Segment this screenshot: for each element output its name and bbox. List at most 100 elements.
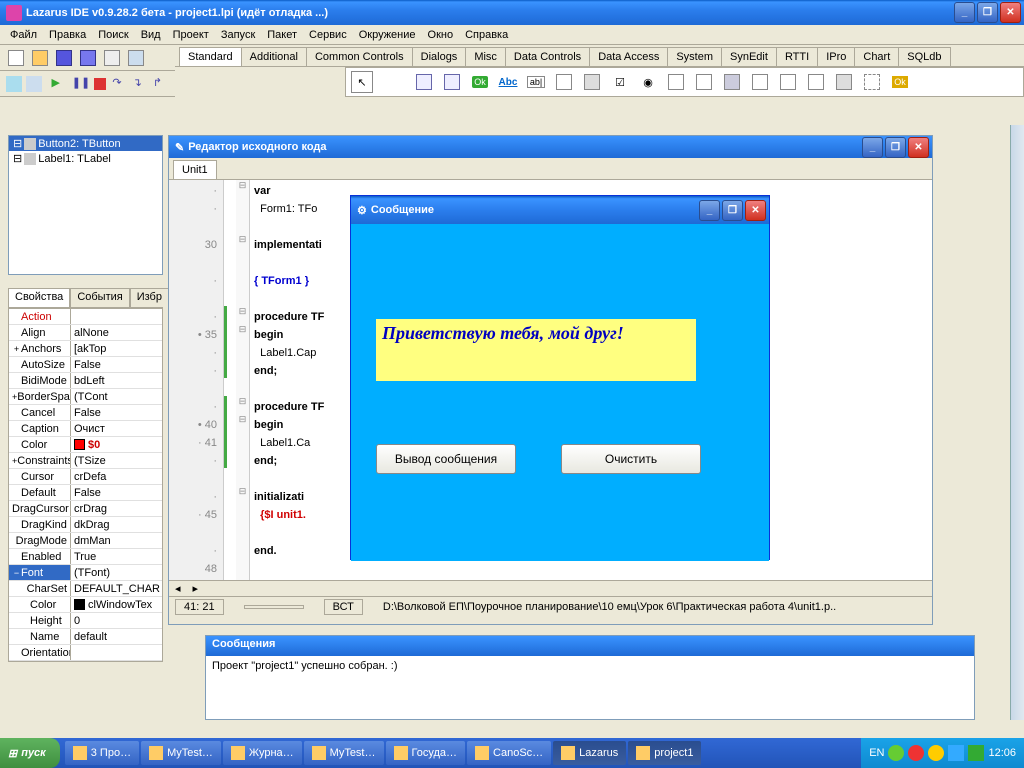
tab-sqldb[interactable]: SQLdb (898, 47, 950, 66)
menu-service[interactable]: Сервис (303, 27, 353, 43)
property-value[interactable]: (TFont) (71, 565, 162, 580)
pause-icon[interactable]: ❚❚ (71, 73, 89, 95)
menu-file[interactable]: Файл (4, 27, 43, 43)
property-row[interactable]: CharSetDEFAULT_CHAR (9, 581, 162, 597)
cursor-icon[interactable]: ↖ (351, 71, 373, 93)
tray-clock[interactable]: 12:06 (988, 747, 1016, 759)
tab-system[interactable]: System (667, 47, 722, 66)
property-row[interactable]: AutoSizeFalse (9, 357, 162, 373)
tab-common[interactable]: Common Controls (306, 47, 413, 66)
taskbar-item[interactable]: Lazarus (553, 741, 626, 765)
taskbar-item[interactable]: Журна… (223, 741, 302, 765)
tcheckgroup-icon[interactable] (805, 71, 827, 93)
editor-titlebar[interactable]: ✎ Редактор исходного кода _ ❐ ✕ (169, 136, 932, 158)
tframe-icon[interactable] (861, 71, 883, 93)
taskbar-item[interactable]: MyTest… (141, 741, 221, 765)
property-row[interactable]: +Constraints(TSize (9, 453, 162, 469)
tlistbox-icon[interactable] (665, 71, 687, 93)
form-titlebar[interactable]: ⚙ Сообщение _ ❐ ✕ (351, 196, 769, 224)
tcombobox-icon[interactable] (693, 71, 715, 93)
taskbar-item[interactable]: MyTest… (304, 741, 384, 765)
property-value[interactable]: True (71, 549, 162, 564)
property-value[interactable]: (TCont (71, 389, 162, 404)
open-icon[interactable] (29, 47, 51, 69)
property-value[interactable]: False (71, 357, 162, 372)
view-forms-icon[interactable] (25, 73, 43, 95)
tab-events[interactable]: События (70, 288, 129, 307)
new-form-icon[interactable] (101, 47, 123, 69)
property-value[interactable]: 0 (71, 613, 162, 628)
property-value[interactable]: DEFAULT_CHAR (71, 581, 162, 596)
editor-hscroll[interactable]: ◂▸ (169, 580, 932, 596)
property-value[interactable]: bdLeft (71, 373, 162, 388)
save-icon[interactable] (53, 47, 75, 69)
messages-body[interactable]: Проект "project1" успешно собран. :) (206, 656, 974, 676)
property-row[interactable]: DefaultFalse (9, 485, 162, 501)
tpopupmenu-icon[interactable] (441, 71, 463, 93)
tlabel-icon[interactable]: Abc (497, 71, 519, 93)
taskbar-item[interactable]: CanoSc… (467, 741, 551, 765)
property-value[interactable]: (TSize (71, 453, 162, 468)
form-close-button[interactable]: ✕ (745, 200, 766, 221)
tab-datacontrols[interactable]: Data Controls (505, 47, 590, 66)
property-row[interactable]: DragKinddkDrag (9, 517, 162, 533)
property-row[interactable]: Height0 (9, 613, 162, 629)
maximize-button[interactable]: ❐ (977, 2, 998, 23)
tree-button2[interactable]: ⊟ Button2: TButton (9, 136, 162, 151)
menu-run[interactable]: Запуск (215, 27, 261, 43)
menu-window[interactable]: Окно (422, 27, 460, 43)
tab-additional[interactable]: Additional (241, 47, 307, 66)
tree-label1[interactable]: ⊟ Label1: TLabel (9, 151, 162, 166)
button-clear[interactable]: Очистить (561, 444, 701, 474)
new-unit-icon[interactable] (5, 47, 27, 69)
tscrollbar-icon[interactable] (721, 71, 743, 93)
tray-volume-icon[interactable] (928, 745, 944, 761)
tab-ipro[interactable]: IPro (817, 47, 855, 66)
property-value[interactable]: $0 (71, 437, 162, 452)
tab-favorites[interactable]: Избр (130, 288, 169, 307)
step-into-icon[interactable]: ↴ (131, 73, 149, 95)
system-tray[interactable]: EN 12:06 (861, 738, 1024, 768)
tgroupbox-icon[interactable] (749, 71, 771, 93)
tbutton-icon[interactable]: Ok (469, 71, 491, 93)
property-row[interactable]: BidiModebdLeft (9, 373, 162, 389)
tedit-icon[interactable]: ab| (525, 71, 547, 93)
view-units-icon[interactable] (5, 73, 23, 95)
property-row[interactable]: DragModedmMan (9, 533, 162, 549)
property-value[interactable]: default (71, 629, 162, 644)
tradiogroup-icon[interactable] (777, 71, 799, 93)
button-show-message[interactable]: Вывод сообщения (376, 444, 516, 474)
property-row[interactable]: Color$0 (9, 437, 162, 453)
property-row[interactable]: +Anchors[akTop (9, 341, 162, 357)
property-row[interactable]: DragCursorcrDrag (9, 501, 162, 517)
property-value[interactable]: crDefa (71, 469, 162, 484)
tmemo-icon[interactable] (553, 71, 575, 93)
tab-properties[interactable]: Свойства (8, 288, 70, 307)
main-titlebar[interactable]: Lazarus IDE v0.9.28.2 бета - project1.lp… (0, 0, 1024, 25)
step-out-icon[interactable]: ↱ (152, 73, 170, 95)
property-value[interactable]: alNone (71, 325, 162, 340)
tab-dialogs[interactable]: Dialogs (412, 47, 467, 66)
menu-package[interactable]: Пакет (261, 27, 303, 43)
tray-shield-icon[interactable] (908, 745, 924, 761)
start-button[interactable]: ⊞ пуск (0, 738, 60, 768)
minimize-button[interactable]: _ (954, 2, 975, 23)
tpanel-icon[interactable] (833, 71, 855, 93)
lang-indicator[interactable]: EN (869, 747, 884, 759)
property-grid[interactable]: ActionAlignalNone+Anchors[akTopAutoSizeF… (8, 308, 163, 662)
editor-minimize-button[interactable]: _ (862, 137, 883, 158)
property-row[interactable]: CursorcrDefa (9, 469, 162, 485)
menu-search[interactable]: Поиск (92, 27, 134, 43)
tray-network-icon[interactable] (948, 745, 964, 761)
code-body[interactable]: var Form1: TFo implementati { TForm1 } p… (250, 180, 328, 580)
property-value[interactable] (71, 309, 162, 324)
form-minimize-button[interactable]: _ (699, 200, 720, 221)
property-row[interactable]: −Font(TFont) (9, 565, 162, 581)
property-row[interactable]: EnabledTrue (9, 549, 162, 565)
tray-safely-remove-icon[interactable] (968, 745, 984, 761)
editor-close-button[interactable]: ✕ (908, 137, 929, 158)
property-row[interactable]: ColorclWindowTex (9, 597, 162, 613)
menu-env[interactable]: Окружение (353, 27, 422, 43)
menu-project[interactable]: Проект (167, 27, 215, 43)
taskbar-item[interactable]: project1 (628, 741, 701, 765)
